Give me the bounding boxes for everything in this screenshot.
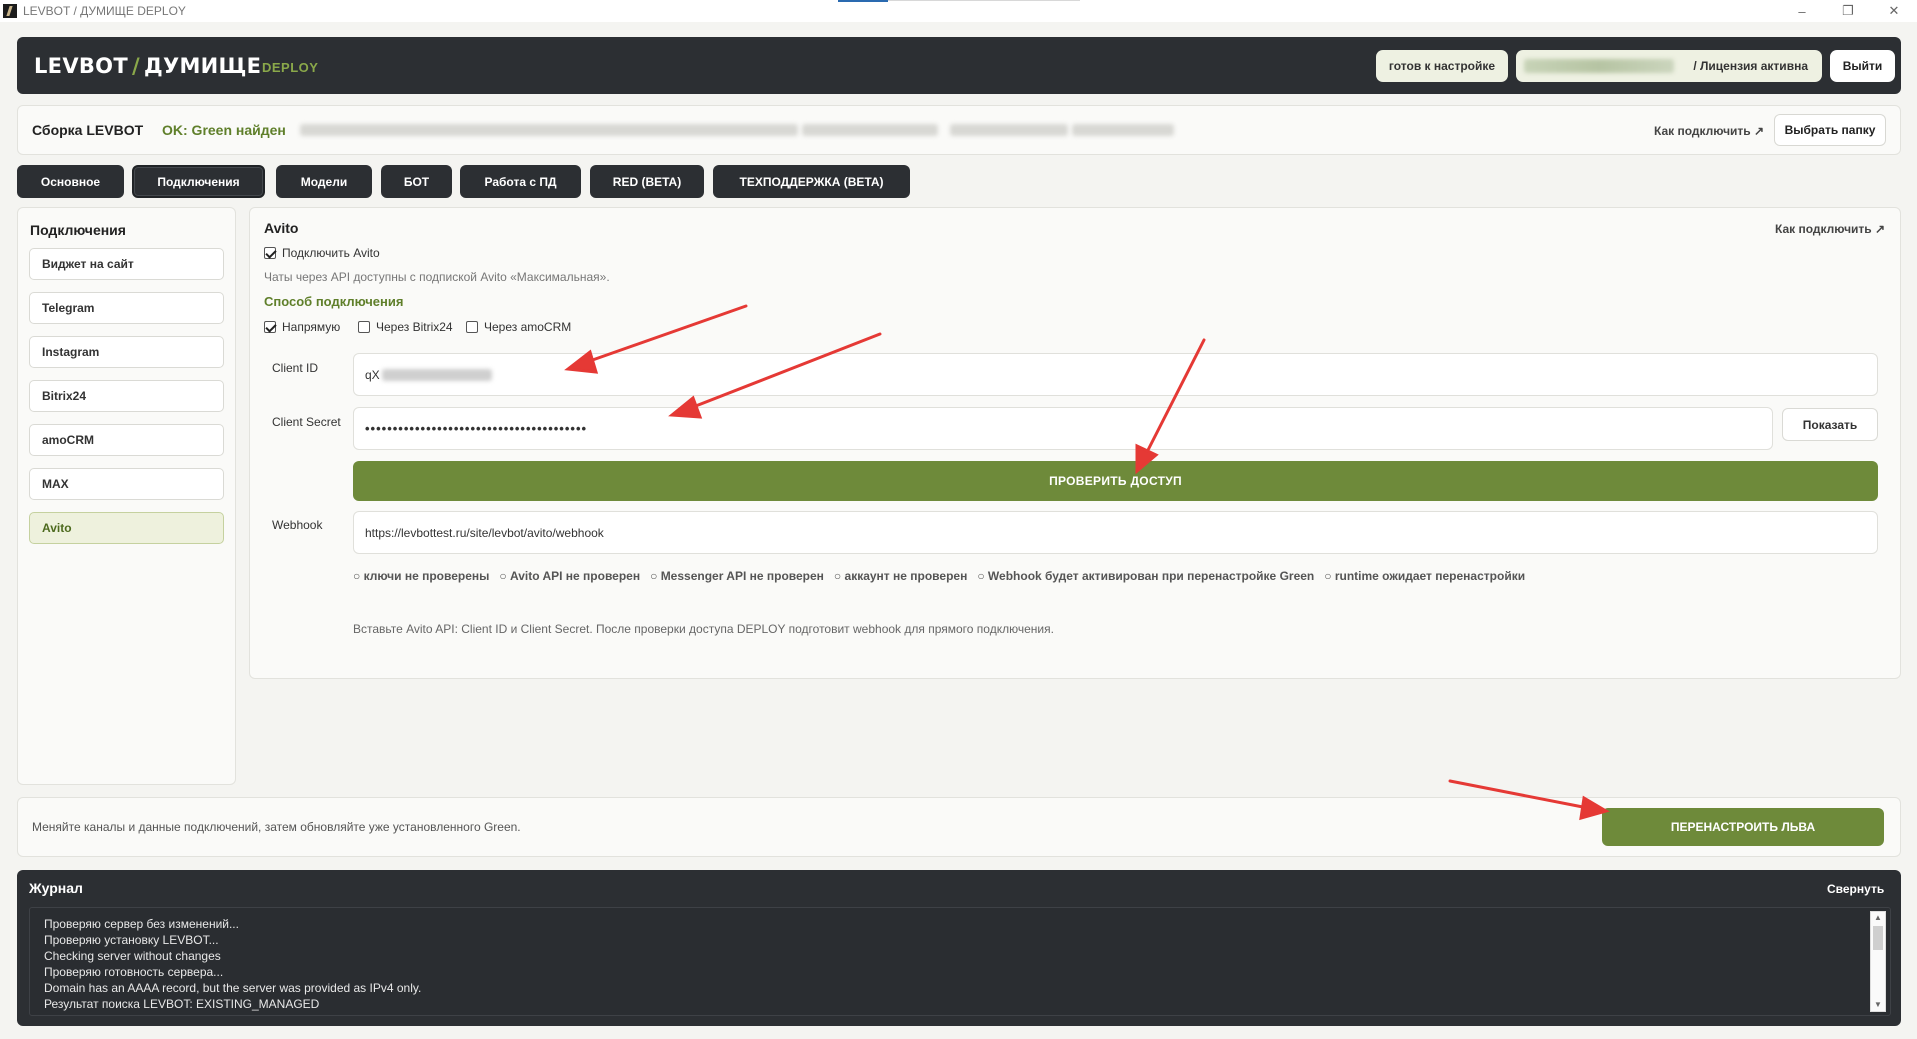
log-line: Проверяю установку LEVBOT... — [44, 933, 219, 947]
checkbox-empty-icon — [466, 321, 478, 333]
avito-panel: Avito Как подключить ↗ Подключить Avito … — [249, 207, 1901, 679]
checkbox-empty-icon — [358, 321, 370, 333]
panel-title: Avito — [264, 220, 299, 236]
sidebar-title: Подключения — [30, 222, 126, 238]
status-keys: ключи не проверены — [353, 569, 490, 583]
status-runtime: runtime ожидает перенастройки — [1324, 569, 1525, 583]
method-direct-checkbox[interactable]: Напрямую — [264, 320, 340, 334]
checkbox-checked-icon — [264, 247, 276, 259]
sidebar-item-bitrix24[interactable]: Bitrix24 — [29, 380, 224, 412]
brand-logo: LEVBOT / ДУМИЩЕ — [34, 54, 261, 78]
client-id-field[interactable]: qX — [353, 353, 1878, 396]
webhook-field[interactable]: https://levbottest.ru/site/levbot/avito/… — [353, 511, 1878, 554]
method-amocrm-checkbox[interactable]: Через amoCRM — [466, 320, 571, 334]
license-badge: / Лицензия активна — [1516, 50, 1822, 82]
reconfigure-text: Меняйте каналы и данные подключений, зат… — [32, 820, 521, 834]
client-id-label: Client ID — [272, 361, 319, 375]
method-direct-label: Напрямую — [282, 320, 341, 334]
brand-subtitle: DEPLOY — [262, 60, 319, 75]
redacted-info — [802, 124, 938, 136]
titlebar-divider — [888, 0, 1080, 1]
log-line: Проверяю сервер без изменений... — [44, 917, 239, 931]
minimize-icon[interactable]: – — [1780, 0, 1824, 22]
build-bar: Сборка LEVBOT OK: Green найден Как подкл… — [17, 105, 1901, 155]
scroll-down-icon[interactable]: ▼ — [1871, 999, 1885, 1011]
redacted-email — [1524, 59, 1674, 73]
enable-avito-label: Подключить Avito — [282, 246, 380, 260]
enable-avito-checkbox[interactable]: Подключить Avito — [264, 246, 380, 260]
status-account: аккаунт не проверен — [834, 569, 968, 583]
tab-pd[interactable]: Работа с ПД — [460, 165, 581, 198]
status-webhook: Webhook будет активирован при перенастро… — [977, 569, 1314, 583]
sidebar-item-instagram[interactable]: Instagram — [29, 336, 224, 368]
show-secret-button[interactable]: Показать — [1782, 408, 1878, 441]
sidebar-item-amocrm[interactable]: amoCRM — [29, 424, 224, 456]
log-output[interactable]: Проверяю сервер без изменений... Проверя… — [29, 907, 1891, 1016]
app-icon — [3, 4, 17, 18]
method-bitrix-checkbox[interactable]: Через Bitrix24 — [358, 320, 453, 334]
sidebar-item-avito[interactable]: Avito — [29, 512, 224, 544]
redacted-info — [1072, 124, 1174, 136]
client-id-value: qX — [365, 367, 380, 382]
howto-link[interactable]: Как подключить ↗ — [1775, 222, 1885, 236]
exit-button[interactable]: Выйти — [1830, 50, 1895, 82]
build-label: Сборка LEVBOT — [32, 122, 144, 138]
subscription-note: Чаты через API доступны с подпиской Avit… — [264, 270, 610, 284]
redacted-path — [300, 124, 798, 136]
brand-left: LEVBOT — [34, 54, 128, 78]
client-secret-field[interactable]: •••••••••••••••••••••••••••••••••••••••• — [353, 407, 1773, 450]
tab-bot[interactable]: БОТ — [381, 165, 452, 198]
collapse-log-button[interactable]: Свернуть — [1827, 882, 1884, 896]
app-header: LEVBOT / ДУМИЩЕ DEPLOY готов к настройке /… — [17, 37, 1901, 94]
method-bitrix-label: Через Bitrix24 — [376, 320, 453, 334]
status-row: ключи не проверены Avito API не проверен… — [353, 569, 1525, 583]
webhook-label: Webhook — [272, 518, 323, 532]
license-text: / Лицензия активна — [1693, 59, 1808, 73]
howto-link[interactable]: Как подключить ↗ — [1654, 124, 1764, 138]
connections-sidebar: Подключения Виджет на сайт Telegram Inst… — [17, 207, 236, 785]
window-title: LEVBOT / ДУМИЩЕ DEPLOY — [23, 4, 186, 18]
tab-support[interactable]: ТЕХПОДДЕРЖКА (BETA) — [713, 165, 910, 198]
instruction-hint: Вставьте Avito API: Client ID и Client S… — [353, 622, 1054, 636]
brand-right: ДУМИЩЕ — [143, 54, 262, 78]
log-panel: Журнал Свернуть Проверяю сервер без изме… — [17, 870, 1901, 1026]
log-line: Domain has an AAAA record, but the serve… — [44, 981, 422, 995]
reconfigure-bar: Меняйте каналы и данные подключений, зат… — [17, 797, 1901, 857]
status-avito-api: Avito API не проверен — [499, 569, 640, 583]
check-access-button[interactable]: ПРОВЕРИТЬ ДОСТУП — [353, 461, 1878, 501]
status-messenger-api: Messenger API не проверен — [650, 569, 824, 583]
log-line: Результат поиска LEVBOT: EXISTING_MANAGE… — [44, 997, 320, 1011]
restore-icon[interactable]: ❐ — [1826, 0, 1870, 22]
sidebar-item-telegram[interactable]: Telegram — [29, 292, 224, 324]
reconfigure-button[interactable]: ПЕРЕНАСТРОИТЬ ЛЬВА — [1602, 808, 1884, 846]
titlebar-accent — [838, 0, 888, 2]
method-label: Способ подключения — [264, 294, 404, 309]
log-line: Checking server without changes — [44, 949, 221, 963]
scroll-up-icon[interactable]: ▲ — [1871, 912, 1885, 924]
choose-folder-button[interactable]: Выбрать папку — [1774, 114, 1886, 146]
close-icon[interactable]: ✕ — [1872, 0, 1916, 22]
tab-models[interactable]: Модели — [276, 165, 372, 198]
redacted-client-id — [381, 368, 492, 381]
log-scrollbar[interactable]: ▲ ▼ — [1870, 911, 1886, 1012]
method-amocrm-label: Через amoCRM — [484, 320, 572, 334]
build-status: OK: Green найден — [162, 122, 286, 138]
log-line: Проверяю готовность сервера... — [44, 965, 224, 979]
scrollbar-thumb[interactable] — [1873, 926, 1883, 950]
tab-red[interactable]: RED (BETA) — [590, 165, 704, 198]
log-title: Журнал — [29, 880, 83, 896]
tab-main[interactable]: Основное — [17, 165, 124, 198]
client-secret-label: Client Secret — [272, 415, 341, 429]
status-badge: готов к настройке — [1376, 50, 1508, 82]
sidebar-item-widget[interactable]: Виджет на сайт — [29, 248, 224, 280]
window-titlebar: LEVBOT / ДУМИЩЕ DEPLOY – ❐ ✕ — [0, 0, 1917, 22]
brand-slash: / — [131, 54, 140, 78]
sidebar-item-max[interactable]: MAX — [29, 468, 224, 500]
redacted-info — [950, 124, 1068, 136]
tab-connections[interactable]: Подключения — [132, 165, 265, 198]
checkbox-checked-icon — [264, 321, 276, 333]
